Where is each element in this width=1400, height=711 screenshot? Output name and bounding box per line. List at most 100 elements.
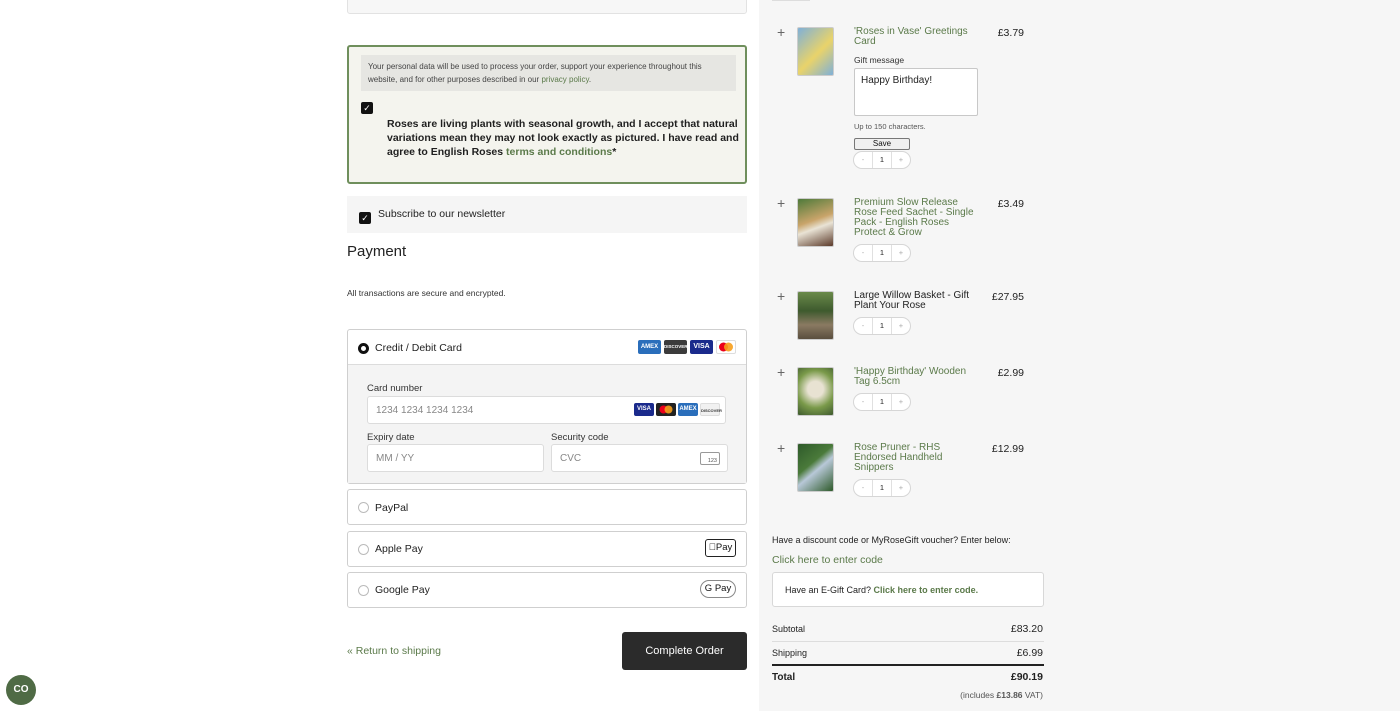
- payment-method-googlepay[interactable]: Google Pay G Pay: [347, 572, 747, 608]
- quantity-stepper[interactable]: - 1 +: [853, 317, 911, 335]
- item-name[interactable]: 'Roses in Vase' Greetings Card: [854, 27, 979, 47]
- quantity-stepper[interactable]: - 1 +: [853, 244, 911, 262]
- expand-item-icon[interactable]: +: [777, 196, 785, 210]
- cvc-icon-text: 123: [707, 458, 717, 464]
- card-number-placeholder: 1234 1234 1234 1234: [376, 405, 474, 416]
- expiry-placeholder: MM / YY: [376, 453, 415, 464]
- payment-method-applepay[interactable]: Apple Pay Pay: [347, 531, 747, 567]
- total-label: Total: [772, 672, 796, 683]
- card-number-label: Card number: [367, 383, 423, 394]
- shipping-label: Shipping: [772, 648, 808, 658]
- secure-note: All transactions are secure and encrypte…: [347, 288, 506, 298]
- discount-code-link[interactable]: Click here to enter code: [772, 554, 883, 566]
- cvc-input[interactable]: CVC 123: [551, 444, 728, 472]
- newsletter-checkbox[interactable]: ✓: [359, 212, 371, 224]
- vat-note: (includes £13.86 VAT): [900, 690, 1043, 700]
- qty-plus-button[interactable]: +: [892, 318, 910, 334]
- terms-conditions-link[interactable]: terms and conditions: [506, 146, 612, 158]
- return-to-shipping-link[interactable]: « Return to shipping: [347, 645, 441, 657]
- vat-amount: £13.86: [996, 690, 1023, 700]
- newsletter-row[interactable]: ✓ Subscribe to our newsletter: [347, 196, 747, 233]
- gift-message-help: Up to 150 characters.: [854, 122, 926, 131]
- qty-minus-button[interactable]: -: [854, 394, 872, 410]
- amex-icon: AMEX: [638, 340, 661, 354]
- vat-prefix: (includes: [960, 690, 997, 700]
- expand-item-icon[interactable]: +: [777, 25, 785, 39]
- card-number-input[interactable]: 1234 1234 1234 1234 VISA AMEX DISCOVER: [367, 396, 726, 424]
- visa-icon: VISA: [634, 403, 654, 416]
- quantity-stepper[interactable]: - 1 +: [853, 479, 911, 497]
- item-name[interactable]: Rose Pruner - RHS Endorsed Handheld Snip…: [854, 443, 979, 473]
- visa-icon: VISA: [690, 340, 713, 354]
- card-fields-area: Card number 1234 1234 1234 1234 VISA AME…: [348, 364, 746, 483]
- egift-link[interactable]: Click here to enter code.: [874, 585, 979, 595]
- paypal-radio[interactable]: [358, 502, 369, 513]
- quantity-stepper[interactable]: - 1 +: [853, 151, 911, 169]
- item-thumbnail: [797, 27, 834, 76]
- gift-message-textarea[interactable]: Happy Birthday!: [854, 68, 978, 116]
- applepay-label: Apple Pay: [375, 543, 423, 555]
- discover-icon: DISCOVER: [664, 340, 688, 354]
- expand-item-icon[interactable]: +: [777, 365, 785, 379]
- quantity-stepper[interactable]: - 1 +: [853, 393, 911, 411]
- item-price: £27.95: [991, 291, 1024, 303]
- total-divider: [772, 664, 1044, 666]
- terms-checkbox[interactable]: ✓: [361, 102, 373, 114]
- googlepay-radio[interactable]: [358, 585, 369, 596]
- qty-value[interactable]: 1: [872, 318, 892, 334]
- qty-value[interactable]: 1: [872, 394, 892, 410]
- card-method-label: Credit / Debit Card: [375, 342, 462, 354]
- apple-pay-icon: Pay: [705, 539, 736, 557]
- item-name[interactable]: 'Happy Birthday' Wooden Tag 6.5cm: [854, 367, 979, 387]
- subtotal-value: £83.20: [1010, 623, 1043, 635]
- qty-plus-button[interactable]: +: [892, 394, 910, 410]
- qty-value[interactable]: 1: [872, 152, 892, 168]
- expand-item-icon[interactable]: +: [777, 441, 785, 455]
- terms-box: Your personal data will be used to proce…: [347, 45, 747, 184]
- expiry-input[interactable]: MM / YY: [367, 444, 544, 472]
- chat-widget-icon[interactable]: CO: [6, 675, 36, 705]
- vat-suffix: VAT): [1022, 690, 1043, 700]
- gift-message-label: Gift message: [854, 55, 905, 65]
- qty-minus-button[interactable]: -: [854, 318, 872, 334]
- qty-minus-button[interactable]: -: [854, 245, 872, 261]
- card-radio[interactable]: [358, 343, 369, 354]
- discover-icon: DISCOVER: [700, 403, 722, 416]
- sidebar-divider: [772, 0, 810, 1]
- privacy-notice: Your personal data will be used to proce…: [361, 55, 736, 91]
- qty-value[interactable]: 1: [872, 245, 892, 261]
- gift-save-button[interactable]: Save: [854, 138, 910, 150]
- previous-section-box: [347, 0, 747, 14]
- qty-value[interactable]: 1: [872, 480, 892, 496]
- item-name[interactable]: Premium Slow Release Rose Feed Sachet - …: [854, 198, 979, 238]
- egift-card-box: Have an E-Gift Card? Click here to enter…: [772, 572, 1044, 607]
- cvc-label: Security code: [551, 432, 609, 443]
- item-thumbnail: [797, 443, 834, 492]
- item-price: £2.99: [997, 367, 1024, 379]
- item-price: £12.99: [991, 443, 1024, 455]
- privacy-policy-link[interactable]: privacy policy: [541, 75, 588, 84]
- payment-method-card[interactable]: Credit / Debit Card AMEX DISCOVER VISA C…: [347, 329, 747, 484]
- item-name: Large Willow Basket - Gift Plant Your Ro…: [854, 290, 970, 311]
- complete-order-button[interactable]: Complete Order: [622, 632, 747, 670]
- subtotal-label: Subtotal: [772, 624, 806, 634]
- applepay-radio[interactable]: [358, 544, 369, 555]
- required-marker: *: [612, 146, 617, 158]
- summary-divider: [772, 641, 1044, 642]
- mastercard-icon: [656, 403, 676, 416]
- qty-plus-button[interactable]: +: [892, 245, 910, 261]
- mastercard-icon: [716, 340, 736, 354]
- item-thumbnail: [797, 198, 834, 247]
- qty-minus-button[interactable]: -: [854, 480, 872, 496]
- item-price: £3.79: [997, 27, 1024, 39]
- amex-icon: AMEX: [678, 403, 698, 416]
- cvc-placeholder: CVC: [560, 453, 582, 464]
- qty-plus-button[interactable]: +: [892, 480, 910, 496]
- shipping-value: £6.99: [1016, 647, 1043, 659]
- qty-minus-button[interactable]: -: [854, 152, 872, 168]
- qty-plus-button[interactable]: +: [892, 152, 910, 168]
- expand-item-icon[interactable]: +: [777, 289, 785, 303]
- payment-method-paypal[interactable]: PayPal: [347, 489, 747, 525]
- newsletter-label: Subscribe to our newsletter: [378, 208, 506, 220]
- googlepay-label: Google Pay: [375, 584, 430, 596]
